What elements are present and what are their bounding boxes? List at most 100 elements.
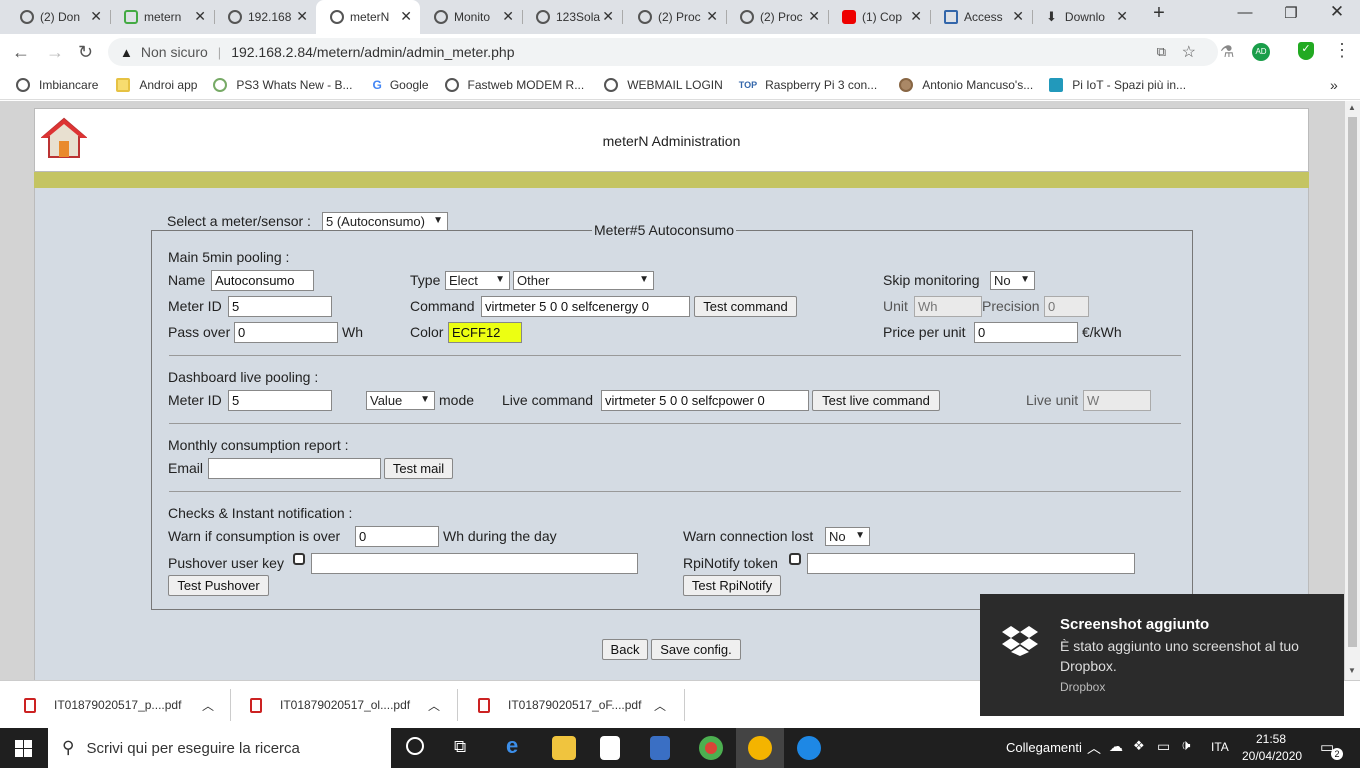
new-tab-button[interactable]: + xyxy=(1136,2,1182,25)
test-rpinotify-button[interactable]: Test RpiNotify xyxy=(683,575,781,596)
onedrive-icon[interactable]: ☁ xyxy=(1109,738,1123,755)
bookmark-item[interactable]: G Google xyxy=(372,78,428,92)
warn-consumption-field[interactable] xyxy=(355,526,439,547)
close-icon[interactable]: ✕ xyxy=(1116,8,1128,25)
pass-over-field[interactable] xyxy=(234,322,338,343)
chevron-up-icon[interactable]: ︿ xyxy=(428,697,440,714)
browser-tab[interactable]: (2) Proc ✕ xyxy=(720,0,828,34)
bookmark-item[interactable]: PS3 Whats New - B... xyxy=(213,77,352,92)
url-text[interactable]: 192.168.2.84/metern/admin/admin_meter.ph… xyxy=(231,44,514,60)
network-app-icon[interactable] xyxy=(650,736,670,760)
close-icon[interactable]: ✕ xyxy=(706,8,718,25)
download-item[interactable]: IT01879020517_p....pdf ︿ xyxy=(24,681,229,729)
browser-tab[interactable]: (2) Don ✕ xyxy=(0,0,110,34)
browser-tab[interactable]: (1) Cop ✕ xyxy=(822,0,930,34)
language-indicator[interactable]: ITA xyxy=(1211,740,1229,754)
test-pushover-button[interactable]: Test Pushover xyxy=(168,575,269,596)
bookmark-item[interactable]: TOP Raspberry Pi 3 con... xyxy=(739,78,877,92)
browser-tab[interactable]: (2) Proc ✕ xyxy=(618,0,726,34)
chevron-up-icon[interactable]: ︿ xyxy=(1087,738,1101,758)
restore-button[interactable]: ❐ xyxy=(1268,4,1314,22)
omnibox[interactable]: ▲ Non sicuro | 192.168.2.84/metern/admin… xyxy=(108,38,1218,66)
chevron-up-icon[interactable]: ︿ xyxy=(654,697,666,714)
star-icon[interactable]: ☆ xyxy=(1182,42,1196,62)
scroll-up-icon[interactable]: ▲ xyxy=(1348,103,1356,112)
browser-tab[interactable]: Access ✕ xyxy=(924,0,1032,34)
bookmark-item[interactable]: Fastweb MODEM R... xyxy=(444,77,584,92)
color-field[interactable] xyxy=(448,322,522,343)
shield-icon[interactable]: ✓ xyxy=(1298,42,1314,60)
skip-monitoring-select[interactable]: No ▼ xyxy=(990,271,1035,290)
live-mode-select[interactable]: Value ▼ xyxy=(366,391,435,410)
bookmark-item[interactable]: Androi app xyxy=(116,77,197,92)
mail-app-icon[interactable] xyxy=(797,736,821,760)
live-command-field[interactable] xyxy=(601,390,809,411)
close-icon[interactable]: ✕ xyxy=(602,8,614,25)
browser-tab[interactable]: 123Sola ✕ xyxy=(516,0,622,34)
translate-icon[interactable]: ⧉ xyxy=(1157,44,1166,60)
back-arrow-icon[interactable]: ← xyxy=(12,42,30,63)
scrollbar[interactable]: ▲ ▼ xyxy=(1345,101,1360,680)
live-meter-id-field[interactable] xyxy=(228,390,332,411)
bookmark-item[interactable]: Antonio Mancuso's... xyxy=(899,77,1033,92)
browser-tab[interactable]: Monito ✕ xyxy=(414,0,522,34)
file-explorer-icon[interactable] xyxy=(552,736,576,760)
menu-icon[interactable]: ⋮ xyxy=(1333,40,1351,61)
store-icon[interactable] xyxy=(600,736,620,760)
pushover-field[interactable] xyxy=(311,553,638,574)
test-mail-button[interactable]: Test mail xyxy=(384,458,453,479)
test-command-button[interactable]: Test command xyxy=(694,296,797,317)
security-label[interactable]: Non sicuro xyxy=(141,44,208,60)
name-field[interactable] xyxy=(211,270,314,291)
cortana-icon[interactable] xyxy=(406,737,424,755)
dropbox-icon[interactable]: ❖ xyxy=(1133,738,1145,754)
bookmark-item[interactable]: Imbiancare xyxy=(16,77,98,92)
close-icon[interactable]: ✕ xyxy=(194,8,206,25)
meter-id-field[interactable] xyxy=(228,296,332,317)
forward-arrow-icon[interactable]: → xyxy=(46,42,64,63)
download-item[interactable]: IT01879020517_ol....pdf ︿ xyxy=(250,681,455,729)
avatar[interactable]: AD xyxy=(1252,43,1270,61)
bookmark-item[interactable]: Pi IoT - Spazi più in... xyxy=(1049,77,1186,92)
subtype-select[interactable]: Other ▼ xyxy=(513,271,654,290)
chrome-icon[interactable] xyxy=(699,736,723,760)
close-icon[interactable]: ✕ xyxy=(400,8,412,25)
close-icon[interactable]: ✕ xyxy=(808,8,820,25)
edge-icon[interactable]: e xyxy=(506,733,518,759)
bookmark-item[interactable]: WEBMAIL LOGIN xyxy=(604,77,723,92)
chevron-up-icon[interactable]: ︿ xyxy=(202,697,214,714)
browser-tab-active[interactable]: meterN ✕ xyxy=(316,0,420,34)
close-icon[interactable]: ✕ xyxy=(910,8,922,25)
clock-time[interactable]: 21:58 xyxy=(1244,732,1298,746)
volume-icon[interactable]: 🕩 xyxy=(1181,737,1190,754)
task-view-icon[interactable]: ⧉ xyxy=(454,737,466,757)
back-button[interactable]: Back xyxy=(602,639,648,660)
network-icon[interactable]: ▭ xyxy=(1157,738,1170,755)
browser-tab[interactable]: ⬇ Downlo ✕ xyxy=(1026,0,1136,34)
meter-select[interactable]: 5 (Autoconsumo) ▼ xyxy=(322,212,448,231)
price-field[interactable] xyxy=(974,322,1078,343)
email-field[interactable] xyxy=(208,458,381,479)
windows-start-icon[interactable] xyxy=(15,740,32,757)
command-field[interactable] xyxy=(481,296,690,317)
close-window-button[interactable]: ✕ xyxy=(1314,2,1360,22)
reload-icon[interactable]: ↻ xyxy=(78,42,93,63)
links-toolbar-label[interactable]: Collegamenti xyxy=(1006,740,1082,755)
close-icon[interactable]: ✕ xyxy=(502,8,514,25)
close-icon[interactable]: ✕ xyxy=(90,8,102,25)
type-select[interactable]: Elect ▼ xyxy=(445,271,510,290)
scrollbar-thumb[interactable] xyxy=(1348,117,1357,647)
close-icon[interactable]: ✕ xyxy=(296,8,308,25)
close-icon[interactable]: ✕ xyxy=(1012,8,1024,25)
test-live-command-button[interactable]: Test live command xyxy=(812,390,940,411)
chevron-right-icon[interactable]: » xyxy=(1330,77,1338,93)
warn-connection-select[interactable]: No ▼ xyxy=(825,527,870,546)
clock-date[interactable]: 20/04/2020 xyxy=(1242,749,1302,763)
rpinotify-field[interactable] xyxy=(807,553,1135,574)
minimize-button[interactable]: — xyxy=(1222,4,1268,21)
download-item[interactable]: IT01879020517_oF....pdf ︿ xyxy=(478,681,683,729)
save-config-button[interactable]: Save config. xyxy=(651,639,741,660)
browser-tab[interactable]: 192.168 ✕ xyxy=(208,0,316,34)
browser-tab[interactable]: metern ✕ xyxy=(104,0,214,34)
extension-icon[interactable]: ⚗ xyxy=(1220,42,1234,62)
